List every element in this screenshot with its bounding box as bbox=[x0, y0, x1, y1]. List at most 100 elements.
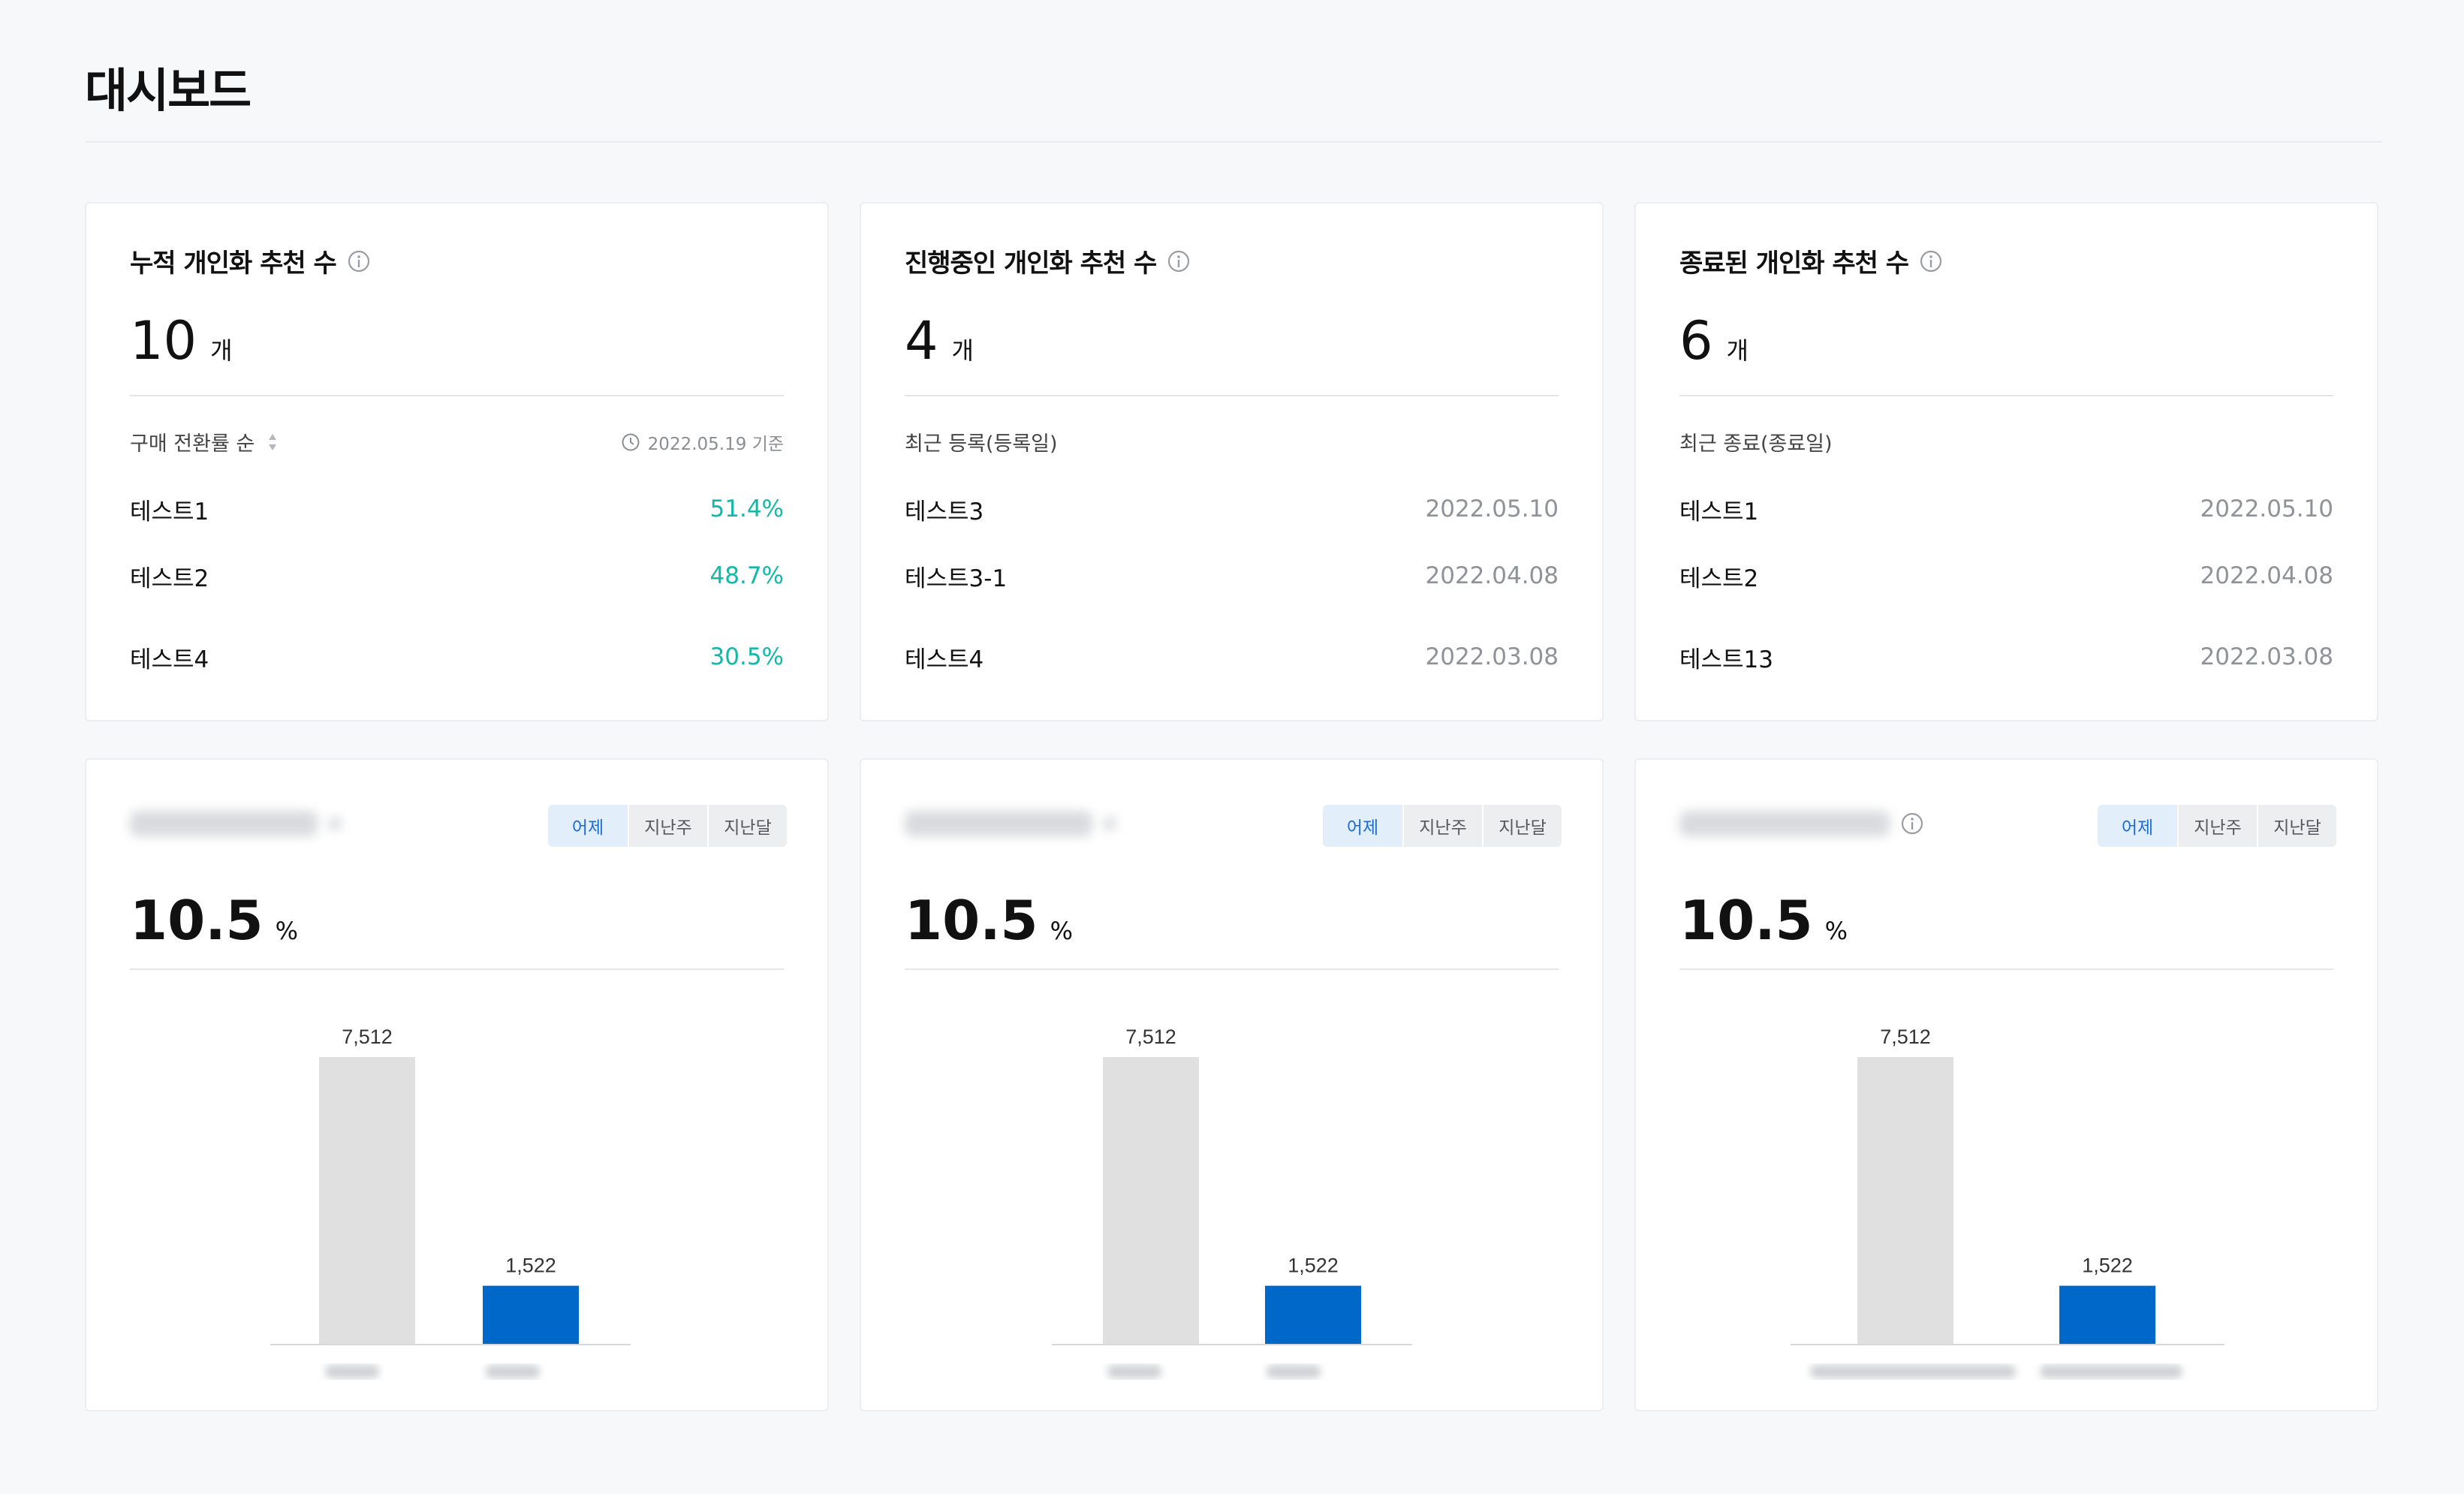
info-icon[interactable] bbox=[1167, 249, 1191, 273]
item-date: 2022.04.08 bbox=[1425, 562, 1559, 589]
count-unit: 개 bbox=[951, 336, 974, 365]
tab-yesterday[interactable]: 어제 bbox=[1323, 805, 1402, 847]
item-name: 테스트4 bbox=[130, 646, 209, 673]
sort-label: 구매 전환률 순 bbox=[130, 432, 255, 456]
count-value: 4 bbox=[905, 310, 938, 372]
info-icon[interactable] bbox=[347, 249, 371, 273]
list-header-label: 최근 종료(종료일) bbox=[1679, 432, 1833, 456]
rate-value: 10.5 bbox=[1679, 889, 1813, 952]
card-title-text: 진행중인 개인화 추천 수 bbox=[905, 248, 1157, 279]
chart-divider bbox=[1679, 968, 2333, 970]
item-name: 테스트1 bbox=[130, 498, 209, 526]
stat-card-ended: 종료된 개인화 추천 수 6 개 최근 종료(종료일) 테스트1 2022.05… bbox=[1634, 202, 2378, 721]
period-selector: 어제 지난주 지난달 bbox=[548, 805, 787, 847]
blurred-title-text bbox=[1679, 811, 1890, 836]
page-title: 대시보드 bbox=[85, 63, 252, 118]
item-name: 테스트13 bbox=[1679, 646, 1774, 673]
bar-2 bbox=[2059, 1285, 2155, 1344]
basis-text: 2022.05.19 기준 bbox=[647, 434, 784, 454]
period-selector: 어제 지난주 지난달 bbox=[1323, 805, 1562, 847]
card-title-text: 종료된 개인화 추천 수 bbox=[1679, 248, 1909, 279]
item-name: 테스트1 bbox=[1679, 498, 1759, 526]
item-name: 테스트3 bbox=[905, 498, 984, 526]
chart-divider bbox=[130, 968, 784, 970]
list-item[interactable]: 테스트4 2022.03.08 bbox=[905, 616, 1559, 697]
list-item[interactable]: 테스트2 48.7% bbox=[130, 535, 784, 616]
list-item[interactable]: 테스트1 2022.05.10 bbox=[1679, 483, 2333, 535]
bar-1 bbox=[1857, 1057, 1953, 1344]
info-icon[interactable] bbox=[1900, 812, 1924, 836]
bar-value-label: 1,522 bbox=[505, 1255, 556, 1277]
bar-2 bbox=[483, 1285, 579, 1344]
bar-chart: 7,512 1,522 bbox=[270, 1026, 631, 1378]
count-row: 10 개 bbox=[130, 315, 233, 367]
blurred-category-label bbox=[325, 1365, 379, 1378]
chart-card-1: 어제 지난주 지난달 10.5 % 7,512 1,522 bbox=[85, 758, 829, 1411]
item-date: 2022.05.10 bbox=[2200, 495, 2334, 523]
rate-unit: % bbox=[275, 917, 299, 945]
list-item[interactable]: 테스트2 2022.04.08 bbox=[1679, 535, 2333, 616]
item-name: 테스트2 bbox=[130, 565, 209, 592]
bar-chart: 7,512 1,522 bbox=[1791, 1026, 2225, 1378]
chart-divider bbox=[905, 968, 1559, 970]
clock-icon bbox=[622, 433, 640, 450]
list-header-label: 최근 등록(등록일) bbox=[905, 432, 1058, 456]
list-item[interactable]: 테스트4 30.5% bbox=[130, 616, 784, 697]
item-date: 2022.04.08 bbox=[2200, 562, 2334, 589]
list-item[interactable]: 테스트13 2022.03.08 bbox=[1679, 616, 2333, 697]
list-item[interactable]: 테스트1 51.4% bbox=[130, 483, 784, 535]
item-name: 테스트3-1 bbox=[905, 565, 1008, 592]
count-unit: 개 bbox=[1726, 336, 1749, 365]
tab-last-month[interactable]: 지난달 bbox=[1482, 805, 1562, 847]
recent-list: 테스트3 2022.05.10 테스트3-1 2022.04.08 테스트4 2… bbox=[905, 483, 1559, 697]
blurred-title bbox=[905, 811, 1116, 836]
item-name: 테스트4 bbox=[905, 646, 984, 673]
list-header: 구매 전환률 순 2022.05.19 기준 bbox=[130, 427, 784, 456]
count-row: 4 개 bbox=[905, 315, 974, 367]
bar-value-label: 7,512 bbox=[1125, 1026, 1176, 1048]
bar-1 bbox=[1103, 1057, 1199, 1344]
tab-last-week[interactable]: 지난주 bbox=[2177, 805, 2257, 847]
blurred-info-icon bbox=[328, 817, 342, 830]
card-divider bbox=[905, 395, 1559, 396]
list-item[interactable]: 테스트3 2022.05.10 bbox=[905, 483, 1559, 535]
count-row: 6 개 bbox=[1679, 315, 1749, 367]
card-title-text: 누적 개인화 추천 수 bbox=[130, 248, 337, 279]
sort-toggle[interactable]: 구매 전환률 순 bbox=[130, 427, 279, 456]
item-rate: 48.7% bbox=[709, 562, 784, 589]
rate-unit: % bbox=[1824, 917, 1848, 945]
list-header: 최근 등록(등록일) bbox=[905, 427, 1559, 456]
blurred-category-label bbox=[1107, 1365, 1161, 1378]
item-rate: 51.4% bbox=[709, 495, 784, 523]
basis-date: 2022.05.19 기준 bbox=[621, 429, 784, 455]
rate-row: 10.5 % bbox=[1679, 893, 1848, 947]
count-unit: 개 bbox=[210, 336, 233, 365]
ranking-list: 테스트1 51.4% 테스트2 48.7% 테스트4 30.5% bbox=[130, 483, 784, 697]
blurred-title bbox=[1679, 811, 1924, 836]
bar-2 bbox=[1265, 1285, 1361, 1344]
tab-last-month[interactable]: 지난달 bbox=[707, 805, 787, 847]
item-date: 2022.03.08 bbox=[1425, 643, 1559, 670]
card-title: 진행중인 개인화 추천 수 bbox=[905, 242, 1191, 279]
blurred-category-label bbox=[486, 1365, 540, 1378]
tab-last-week[interactable]: 지난주 bbox=[1402, 805, 1482, 847]
blurred-category-label bbox=[1810, 1365, 2016, 1378]
ended-list: 테스트1 2022.05.10 테스트2 2022.04.08 테스트13 20… bbox=[1679, 483, 2333, 697]
rate-value: 10.5 bbox=[130, 889, 264, 952]
stat-card-active: 진행중인 개인화 추천 수 4 개 최근 등록(등록일) 테스트3 2022.0… bbox=[860, 202, 1604, 721]
rate-row: 10.5 % bbox=[905, 893, 1073, 947]
period-selector: 어제 지난주 지난달 bbox=[2098, 805, 2336, 847]
list-item[interactable]: 테스트3-1 2022.04.08 bbox=[905, 535, 1559, 616]
tab-last-month[interactable]: 지난달 bbox=[2257, 805, 2336, 847]
blurred-category-label bbox=[2040, 1365, 2182, 1378]
tab-yesterday[interactable]: 어제 bbox=[548, 805, 628, 847]
rate-row: 10.5 % bbox=[130, 893, 298, 947]
tab-yesterday[interactable]: 어제 bbox=[2098, 805, 2177, 847]
item-name: 테스트2 bbox=[1679, 565, 1759, 592]
bar-chart: 7,512 1,522 bbox=[1052, 1026, 1412, 1378]
tab-last-week[interactable]: 지난주 bbox=[628, 805, 707, 847]
info-icon[interactable] bbox=[1919, 249, 1943, 273]
item-date: 2022.05.10 bbox=[1425, 495, 1559, 523]
count-value: 6 bbox=[1679, 310, 1713, 372]
bar-value-label: 1,522 bbox=[1288, 1255, 1339, 1277]
